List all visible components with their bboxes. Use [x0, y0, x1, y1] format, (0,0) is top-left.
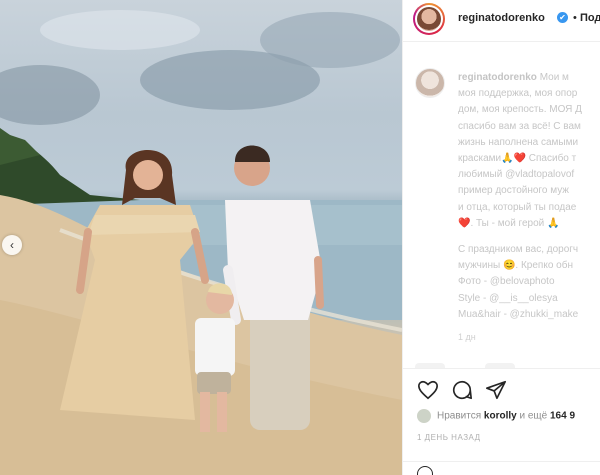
post-side-panel: reginatodorenko ✔ • Подп reginatodorenko…: [402, 0, 600, 475]
liker-username[interactable]: korolly: [484, 411, 517, 422]
caption-line: Мои м: [539, 72, 569, 83]
caption-line: моя поддержка, моя опор: [458, 88, 578, 100]
emoji-icon[interactable]: [417, 466, 433, 475]
heart-icon[interactable]: [417, 379, 439, 401]
author-username[interactable]: reginatodorenko: [458, 12, 545, 24]
photo-illustration: [0, 10, 402, 475]
caption-username[interactable]: reginatodorenko: [458, 72, 537, 83]
caption-line: спасибо вам за всё! С вам: [458, 120, 581, 132]
caption-line: ❤️. Ты - мой герой 🙏: [458, 217, 560, 229]
post-header: reginatodorenko ✔ • Подп: [403, 0, 600, 42]
caption-line: пример достойного муж: [458, 185, 569, 197]
caption-line: красками🙏❤️ Спасибо т: [458, 153, 577, 165]
caption-line: жизнь наполнена самыми: [458, 136, 579, 148]
caption-line: и отца, который ты подае: [458, 201, 577, 213]
caption-line: дом, моя крепость. МОЯ Д: [458, 104, 582, 116]
previous-photo-button[interactable]: ‹: [2, 235, 22, 255]
caption-time: 1 дн: [458, 332, 476, 342]
separator-dot: •: [573, 12, 577, 24]
post-caption: reginatodorenko Мои м моя поддержка, моя…: [458, 70, 600, 323]
next-comment-placeholder: [415, 358, 600, 368]
likes-count[interactable]: 164 9: [550, 411, 575, 422]
caption-line[interactable]: Фото - @belovaphoto: [458, 274, 600, 290]
share-icon[interactable]: [485, 379, 507, 401]
caption-line: С праздником вас, дорогч: [458, 244, 579, 256]
likes-summary[interactable]: Нравится korolly и ещё 164 9: [417, 409, 575, 423]
instagram-post-view: ‹ reginatodorenko ✔ • Подп reginatodoren…: [0, 0, 600, 475]
caption-line[interactable]: Style - @__is__olesya: [458, 291, 600, 307]
comment-icon[interactable]: [451, 379, 473, 401]
post-photo[interactable]: ‹: [0, 0, 402, 475]
add-comment-row[interactable]: [403, 461, 600, 475]
liker-avatar: [417, 409, 431, 423]
caption-line[interactable]: любимый @vladtopalovof: [458, 167, 600, 183]
verified-badge-icon: ✔: [557, 12, 568, 23]
caption-author-avatar[interactable]: [415, 68, 445, 98]
likes-middle: и ещё: [519, 410, 548, 422]
likes-prefix: Нравится: [437, 410, 482, 422]
avatar-image: [417, 7, 441, 31]
follow-button[interactable]: Подп: [580, 12, 600, 24]
post-actions: Нравится korolly и ещё 164 9 1 ДЕНЬ НАЗА…: [403, 368, 600, 475]
author-avatar[interactable]: [413, 3, 445, 35]
caption-line: мужчины 😊. Крепко обн: [458, 260, 573, 272]
caption-line[interactable]: Mua&hair - @zhukki_make: [458, 307, 600, 323]
post-date: 1 ДЕНЬ НАЗАД: [417, 433, 481, 442]
